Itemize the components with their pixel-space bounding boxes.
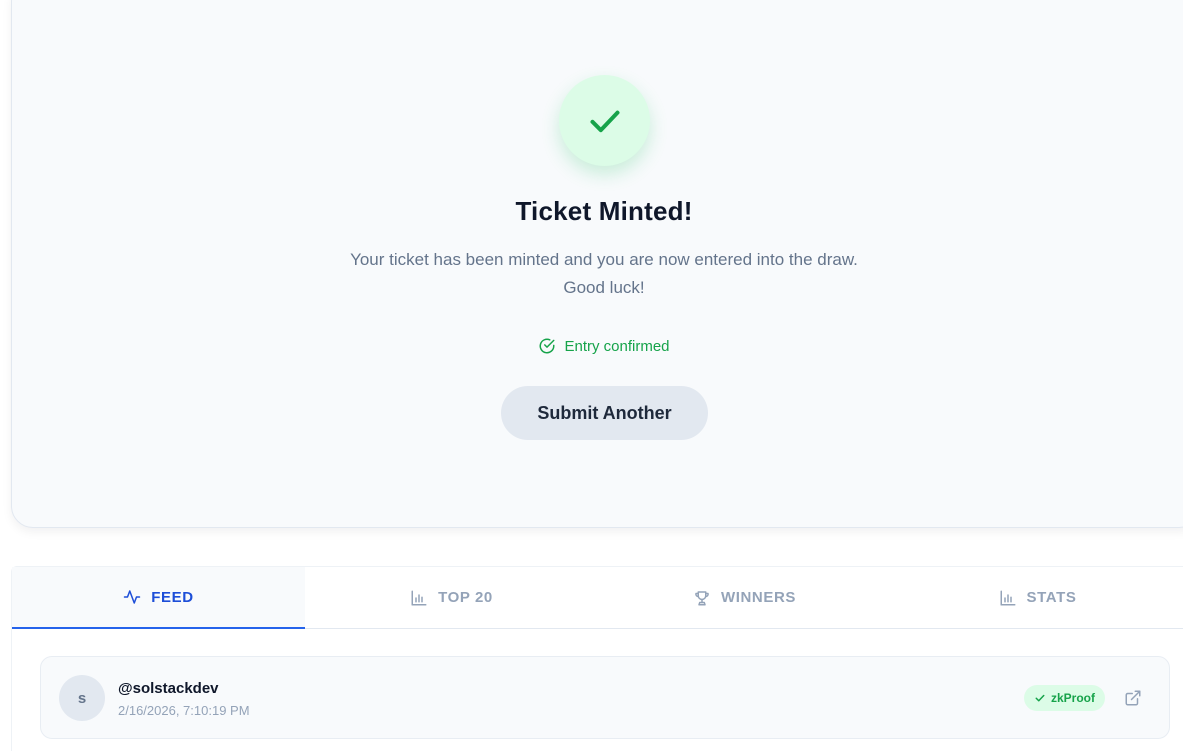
entry-status-label: Entry confirmed [564,337,670,355]
tab-stats[interactable]: STATS [891,567,1183,628]
check-circle-icon [540,338,555,354]
tab-top-20-label: TOP 20 [438,589,493,606]
check-icon [1035,694,1045,702]
external-link-button[interactable] [1122,687,1144,709]
feed-item-username[interactable]: @solstackdev [118,680,219,697]
tab-top-20[interactable]: TOP 20 [305,567,598,628]
page: Ticket Minted! Your ticket has been mint… [0,0,1183,751]
success-check-badge [559,75,650,166]
success-title: Ticket Minted! [515,196,693,226]
feed-item-timestamp: 2/16/2026, 7:10:19 PM [118,703,250,718]
feed-panel: FEED TOP 20 WINNERS STATS s @solstackdev… [11,566,1183,751]
zkproof-badge-label: zkProof [1051,691,1096,705]
tab-feed[interactable]: FEED [12,567,305,629]
tab-winners-label: WINNERS [720,589,797,606]
trophy-icon [695,590,709,605]
check-icon [590,110,619,132]
success-card: Ticket Minted! Your ticket has been mint… [11,0,1183,528]
bar-chart-icon [1000,590,1016,605]
tab-winners[interactable]: WINNERS [598,567,891,628]
bar-chart-icon [411,590,427,605]
external-link-icon [1125,690,1141,706]
tab-stats-label: STATS [1026,589,1077,606]
success-message: Your ticket has been minted and you are … [350,250,858,297]
entry-status: Entry confirmed [454,337,754,355]
avatar: s [59,675,105,721]
zkproof-badge: zkProof [1024,685,1106,711]
activity-icon [124,590,141,604]
feed-item[interactable]: s @solstackdev 2/16/2026, 7:10:19 PM zkP… [40,656,1170,739]
submit-another-button[interactable]: Submit Another [501,386,708,440]
tab-bar: FEED TOP 20 WINNERS STATS [12,567,1183,629]
tab-feed-label: FEED [151,588,194,606]
